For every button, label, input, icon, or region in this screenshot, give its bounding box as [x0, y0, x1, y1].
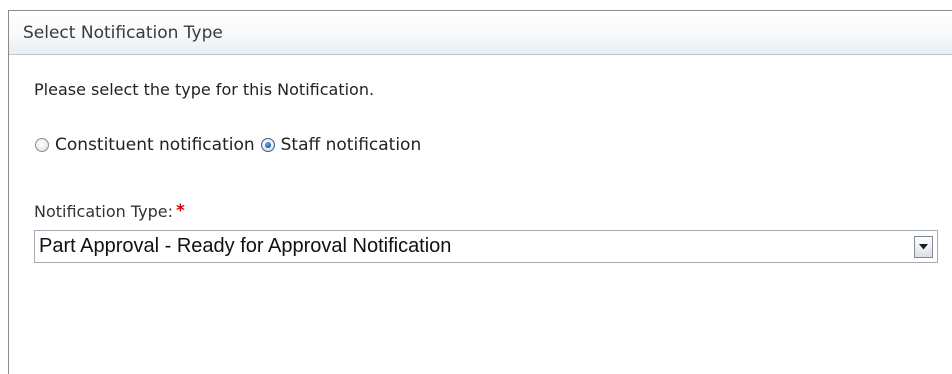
notification-type-label: Notification Type: * — [34, 201, 185, 221]
instructions-text: Please select the type for this Notifica… — [34, 80, 375, 99]
notification-type-select[interactable]: Part Approval - Ready for Approval Notif… — [34, 230, 938, 263]
notification-type-panel: Select Notification Type Please select t… — [8, 10, 952, 374]
required-indicator: * — [176, 201, 185, 221]
radio-button-checked[interactable] — [260, 138, 275, 152]
radio-label-constituent[interactable]: Constituent notification — [55, 135, 255, 155]
radio-constituent-notification[interactable]: Constituent notification — [35, 135, 255, 155]
panel-title: Select Notification Type — [23, 22, 223, 43]
notification-type-selected-value[interactable]: Part Approval - Ready for Approval Notif… — [35, 235, 914, 258]
radio-button-unchecked[interactable] — [35, 138, 49, 152]
notification-type-label-text: Notification Type: — [34, 201, 174, 221]
notification-kind-radio-group: Constituent notification Staff notificat… — [35, 135, 421, 155]
chevron-down-icon[interactable] — [914, 235, 933, 258]
radio-label-staff[interactable]: Staff notification — [281, 135, 422, 155]
radio-staff-notification[interactable]: Staff notification — [260, 135, 422, 155]
panel-header: Select Notification Type — [9, 11, 952, 55]
